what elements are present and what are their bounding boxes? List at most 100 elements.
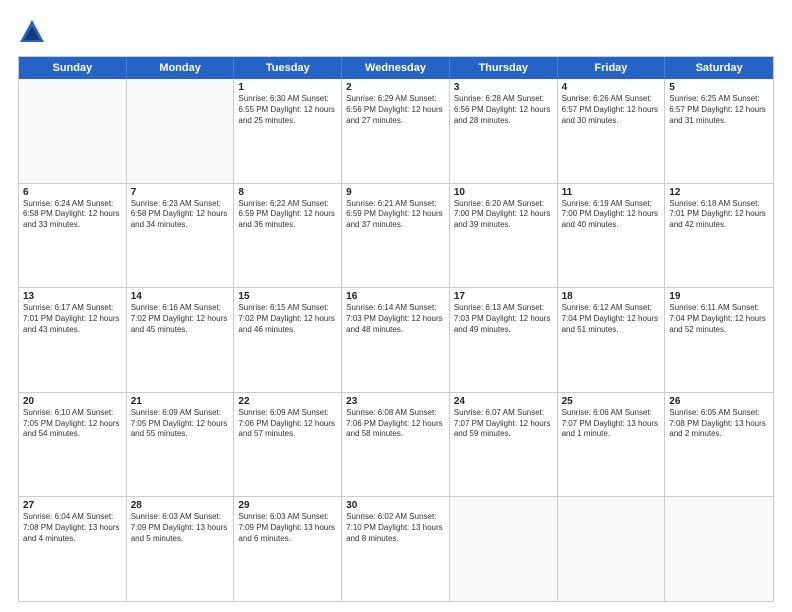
calendar: SundayMondayTuesdayWednesdayThursdayFrid… — [18, 56, 774, 602]
cell-info: Sunrise: 6:03 AM Sunset: 7:09 PM Dayligh… — [238, 512, 337, 544]
cal-cell: 18Sunrise: 6:12 AM Sunset: 7:04 PM Dayli… — [558, 288, 666, 392]
day-number: 6 — [23, 187, 122, 198]
cal-cell: 3Sunrise: 6:28 AM Sunset: 6:56 PM Daylig… — [450, 79, 558, 183]
cal-cell — [665, 497, 773, 601]
cal-cell: 27Sunrise: 6:04 AM Sunset: 7:08 PM Dayli… — [19, 497, 127, 601]
cell-info: Sunrise: 6:20 AM Sunset: 7:00 PM Dayligh… — [454, 199, 553, 231]
cal-cell — [558, 497, 666, 601]
cell-info: Sunrise: 6:21 AM Sunset: 6:59 PM Dayligh… — [346, 199, 445, 231]
header-day-thursday: Thursday — [450, 57, 558, 79]
day-number: 24 — [454, 396, 553, 407]
day-number: 8 — [238, 187, 337, 198]
day-number: 13 — [23, 291, 122, 302]
day-number: 26 — [669, 396, 769, 407]
header-day-tuesday: Tuesday — [234, 57, 342, 79]
header-day-friday: Friday — [558, 57, 666, 79]
cal-cell: 6Sunrise: 6:24 AM Sunset: 6:58 PM Daylig… — [19, 184, 127, 288]
cell-info: Sunrise: 6:30 AM Sunset: 6:55 PM Dayligh… — [238, 94, 337, 126]
cal-cell — [450, 497, 558, 601]
cal-cell: 10Sunrise: 6:20 AM Sunset: 7:00 PM Dayli… — [450, 184, 558, 288]
cal-cell: 19Sunrise: 6:11 AM Sunset: 7:04 PM Dayli… — [665, 288, 773, 392]
cal-row-4: 20Sunrise: 6:10 AM Sunset: 7:05 PM Dayli… — [19, 393, 773, 498]
cell-info: Sunrise: 6:15 AM Sunset: 7:02 PM Dayligh… — [238, 303, 337, 335]
header — [18, 18, 774, 46]
cal-cell: 23Sunrise: 6:08 AM Sunset: 7:06 PM Dayli… — [342, 393, 450, 497]
day-number: 16 — [346, 291, 445, 302]
cal-cell: 7Sunrise: 6:23 AM Sunset: 6:58 PM Daylig… — [127, 184, 235, 288]
cal-cell: 26Sunrise: 6:05 AM Sunset: 7:08 PM Dayli… — [665, 393, 773, 497]
cal-cell: 16Sunrise: 6:14 AM Sunset: 7:03 PM Dayli… — [342, 288, 450, 392]
cell-info: Sunrise: 6:11 AM Sunset: 7:04 PM Dayligh… — [669, 303, 769, 335]
calendar-body: 1Sunrise: 6:30 AM Sunset: 6:55 PM Daylig… — [19, 79, 773, 601]
day-number: 21 — [131, 396, 230, 407]
page: SundayMondayTuesdayWednesdayThursdayFrid… — [0, 0, 792, 612]
day-number: 18 — [562, 291, 661, 302]
header-day-saturday: Saturday — [665, 57, 773, 79]
cell-info: Sunrise: 6:28 AM Sunset: 6:56 PM Dayligh… — [454, 94, 553, 126]
cal-row-3: 13Sunrise: 6:17 AM Sunset: 7:01 PM Dayli… — [19, 288, 773, 393]
cal-row-1: 1Sunrise: 6:30 AM Sunset: 6:55 PM Daylig… — [19, 79, 773, 184]
day-number: 22 — [238, 396, 337, 407]
header-day-sunday: Sunday — [19, 57, 127, 79]
cell-info: Sunrise: 6:07 AM Sunset: 7:07 PM Dayligh… — [454, 408, 553, 440]
day-number: 1 — [238, 82, 337, 93]
cell-info: Sunrise: 6:13 AM Sunset: 7:03 PM Dayligh… — [454, 303, 553, 335]
day-number: 25 — [562, 396, 661, 407]
cell-info: Sunrise: 6:12 AM Sunset: 7:04 PM Dayligh… — [562, 303, 661, 335]
cell-info: Sunrise: 6:23 AM Sunset: 6:58 PM Dayligh… — [131, 199, 230, 231]
calendar-header: SundayMondayTuesdayWednesdayThursdayFrid… — [19, 57, 773, 79]
header-day-wednesday: Wednesday — [342, 57, 450, 79]
cal-cell: 14Sunrise: 6:16 AM Sunset: 7:02 PM Dayli… — [127, 288, 235, 392]
cal-cell: 21Sunrise: 6:09 AM Sunset: 7:05 PM Dayli… — [127, 393, 235, 497]
day-number: 9 — [346, 187, 445, 198]
header-day-monday: Monday — [127, 57, 235, 79]
day-number: 4 — [562, 82, 661, 93]
day-number: 27 — [23, 500, 122, 511]
cal-cell: 8Sunrise: 6:22 AM Sunset: 6:59 PM Daylig… — [234, 184, 342, 288]
cal-cell: 30Sunrise: 6:02 AM Sunset: 7:10 PM Dayli… — [342, 497, 450, 601]
day-number: 12 — [669, 187, 769, 198]
cal-cell: 20Sunrise: 6:10 AM Sunset: 7:05 PM Dayli… — [19, 393, 127, 497]
day-number: 17 — [454, 291, 553, 302]
cell-info: Sunrise: 6:17 AM Sunset: 7:01 PM Dayligh… — [23, 303, 122, 335]
logo-icon — [18, 18, 46, 46]
cell-info: Sunrise: 6:16 AM Sunset: 7:02 PM Dayligh… — [131, 303, 230, 335]
cal-cell: 2Sunrise: 6:29 AM Sunset: 6:56 PM Daylig… — [342, 79, 450, 183]
cal-cell: 24Sunrise: 6:07 AM Sunset: 7:07 PM Dayli… — [450, 393, 558, 497]
cal-cell — [19, 79, 127, 183]
day-number: 2 — [346, 82, 445, 93]
day-number: 29 — [238, 500, 337, 511]
cell-info: Sunrise: 6:29 AM Sunset: 6:56 PM Dayligh… — [346, 94, 445, 126]
day-number: 14 — [131, 291, 230, 302]
day-number: 19 — [669, 291, 769, 302]
logo — [18, 18, 50, 46]
day-number: 15 — [238, 291, 337, 302]
cal-cell: 17Sunrise: 6:13 AM Sunset: 7:03 PM Dayli… — [450, 288, 558, 392]
cal-cell: 22Sunrise: 6:09 AM Sunset: 7:06 PM Dayli… — [234, 393, 342, 497]
cal-cell: 29Sunrise: 6:03 AM Sunset: 7:09 PM Dayli… — [234, 497, 342, 601]
cell-info: Sunrise: 6:24 AM Sunset: 6:58 PM Dayligh… — [23, 199, 122, 231]
cell-info: Sunrise: 6:14 AM Sunset: 7:03 PM Dayligh… — [346, 303, 445, 335]
day-number: 10 — [454, 187, 553, 198]
cell-info: Sunrise: 6:18 AM Sunset: 7:01 PM Dayligh… — [669, 199, 769, 231]
day-number: 3 — [454, 82, 553, 93]
cell-info: Sunrise: 6:04 AM Sunset: 7:08 PM Dayligh… — [23, 512, 122, 544]
cell-info: Sunrise: 6:10 AM Sunset: 7:05 PM Dayligh… — [23, 408, 122, 440]
day-number: 28 — [131, 500, 230, 511]
cal-row-5: 27Sunrise: 6:04 AM Sunset: 7:08 PM Dayli… — [19, 497, 773, 601]
cal-cell: 13Sunrise: 6:17 AM Sunset: 7:01 PM Dayli… — [19, 288, 127, 392]
cal-cell — [127, 79, 235, 183]
cal-cell: 25Sunrise: 6:06 AM Sunset: 7:07 PM Dayli… — [558, 393, 666, 497]
day-number: 23 — [346, 396, 445, 407]
cal-cell: 28Sunrise: 6:03 AM Sunset: 7:09 PM Dayli… — [127, 497, 235, 601]
cell-info: Sunrise: 6:02 AM Sunset: 7:10 PM Dayligh… — [346, 512, 445, 544]
cell-info: Sunrise: 6:09 AM Sunset: 7:06 PM Dayligh… — [238, 408, 337, 440]
cal-cell: 5Sunrise: 6:25 AM Sunset: 6:57 PM Daylig… — [665, 79, 773, 183]
day-number: 20 — [23, 396, 122, 407]
cell-info: Sunrise: 6:22 AM Sunset: 6:59 PM Dayligh… — [238, 199, 337, 231]
cell-info: Sunrise: 6:26 AM Sunset: 6:57 PM Dayligh… — [562, 94, 661, 126]
cell-info: Sunrise: 6:19 AM Sunset: 7:00 PM Dayligh… — [562, 199, 661, 231]
cell-info: Sunrise: 6:25 AM Sunset: 6:57 PM Dayligh… — [669, 94, 769, 126]
day-number: 7 — [131, 187, 230, 198]
day-number: 5 — [669, 82, 769, 93]
